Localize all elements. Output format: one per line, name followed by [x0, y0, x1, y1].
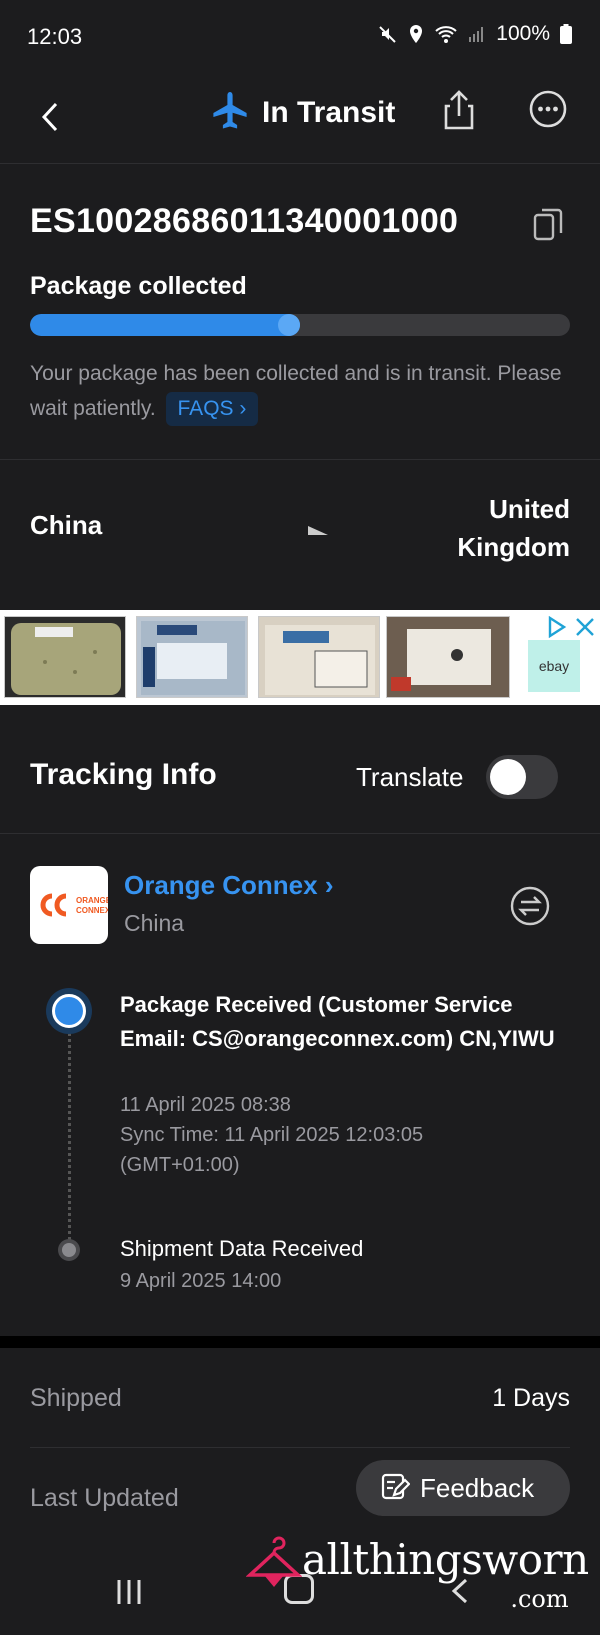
route-destination-line2: Kingdom — [457, 532, 570, 562]
progress-fill — [30, 314, 300, 336]
timeline-line — [68, 1008, 71, 1240]
status-description: Your package has been collected and is i… — [30, 356, 580, 426]
status-bar: 12:03 100% — [0, 0, 600, 72]
ad-choices-icon[interactable] — [546, 615, 568, 643]
watermark: allthingsworn .com — [245, 1535, 589, 1613]
page-title: In Transit — [262, 95, 396, 129]
ebay-tile[interactable]: ebay — [528, 640, 580, 692]
translate-label: Translate — [356, 762, 464, 792]
copy-icon — [533, 208, 563, 241]
back-button[interactable] — [34, 94, 70, 140]
watermark-text: allthingsworn — [302, 1535, 589, 1584]
route-destination-line1: United — [489, 494, 570, 524]
location-icon — [408, 24, 424, 44]
status-description-text: Your package has been collected and is i… — [30, 362, 562, 420]
app-header: In Transit — [0, 72, 600, 164]
event-2-datetime: 9 April 2025 14:00 — [120, 1270, 282, 1292]
title-wrap: In Transit — [210, 90, 395, 135]
status-time: 12:03 — [27, 24, 83, 49]
feedback-label: Feedback — [420, 1472, 535, 1503]
airplane-icon — [210, 90, 250, 135]
ad-image-box[interactable] — [136, 616, 248, 698]
event-1-datetime: 11 April 2025 08:38 — [120, 1094, 291, 1116]
share-icon — [444, 90, 474, 130]
copy-button[interactable] — [532, 206, 564, 242]
carrier-name-link[interactable]: Orange Connex › — [124, 870, 334, 901]
carrier-logo-line1: ORANGE — [76, 896, 108, 905]
ad-choices[interactable] — [546, 615, 596, 643]
event-1-sync: Sync Time: 11 April 2025 12:03:05 — [120, 1124, 424, 1146]
package-summary: ES10028686011340001000 Package collected… — [0, 164, 600, 460]
last-updated-label: Last Updated — [30, 1484, 179, 1512]
tracking-info-title: Tracking Info — [30, 758, 217, 791]
progress-knob — [278, 314, 300, 336]
share-button[interactable] — [440, 88, 478, 132]
tracking-info: Tracking Info Translate ORANGE CONNEX Or… — [0, 720, 600, 1336]
faq-link[interactable]: FAQS › — [165, 392, 259, 426]
close-icon[interactable] — [574, 616, 596, 643]
carrier-logo: ORANGE CONNEX — [30, 866, 112, 944]
wifi-icon — [434, 24, 458, 44]
toggle-knob — [490, 759, 526, 795]
route-origin: China — [30, 510, 103, 540]
hanger-logo-icon — [245, 1535, 303, 1596]
timeline-dot-active — [46, 988, 92, 1034]
tracking-number: ES10028686011340001000 — [30, 202, 459, 240]
feedback-icon — [380, 1471, 411, 1506]
timeline-dot-active-inner — [52, 994, 86, 1028]
timeline-dot-inactive-inner — [62, 1243, 76, 1257]
feedback-button[interactable]: Feedback — [356, 1460, 570, 1516]
carrier-name: Orange Connex — [124, 870, 318, 900]
ad-banner[interactable]: ebay — [0, 610, 600, 705]
event-1-title: Package Received (Customer Service Email… — [120, 992, 555, 1051]
ad-image-carton[interactable] — [258, 616, 380, 698]
tracking-info-header: Tracking Info Translate — [0, 720, 600, 834]
section-divider — [0, 1336, 600, 1348]
meta-row-shipped: Shipped 1 Days — [30, 1348, 570, 1448]
chevron-right-icon: › — [239, 397, 247, 420]
ad-image-seeds[interactable] — [4, 616, 126, 698]
watermark-suffix: .com — [510, 1585, 569, 1613]
faq-label: FAQS — [177, 397, 234, 420]
swap-icon — [510, 886, 550, 926]
carrier-country: China — [124, 910, 185, 936]
shipped-label: Shipped — [30, 1384, 122, 1412]
event-1-timezone: (GMT+01:00) — [120, 1154, 240, 1176]
event-2-title: Shipment Data Received — [120, 1236, 364, 1261]
translate-toggle[interactable] — [486, 755, 558, 799]
battery-icon — [560, 24, 572, 44]
status-icons: 100% — [378, 22, 572, 46]
mute-icon — [378, 24, 398, 44]
recent-apps-icon — [117, 1580, 141, 1604]
recent-apps-button[interactable] — [114, 1578, 144, 1611]
battery-percent: 100% — [496, 22, 550, 45]
back-arrow-icon — [41, 102, 58, 132]
more-icon — [529, 90, 567, 128]
status-title: Package collected — [30, 272, 247, 300]
more-button[interactable] — [529, 90, 567, 128]
shipped-value: 1 Days — [492, 1384, 570, 1412]
timeline-dot-inactive — [58, 1239, 80, 1261]
switch-carrier-button[interactable] — [510, 886, 550, 926]
route-arrow-icon — [270, 524, 330, 543]
route: China United Kingdom — [0, 460, 600, 596]
ad-image-device[interactable] — [386, 616, 510, 698]
signal-icon — [468, 25, 486, 43]
chevron-right-icon: › — [324, 870, 334, 900]
route-destination: United Kingdom — [457, 490, 570, 566]
carrier-logo-line2: CONNEX — [76, 906, 108, 915]
progress-bar — [30, 314, 570, 336]
